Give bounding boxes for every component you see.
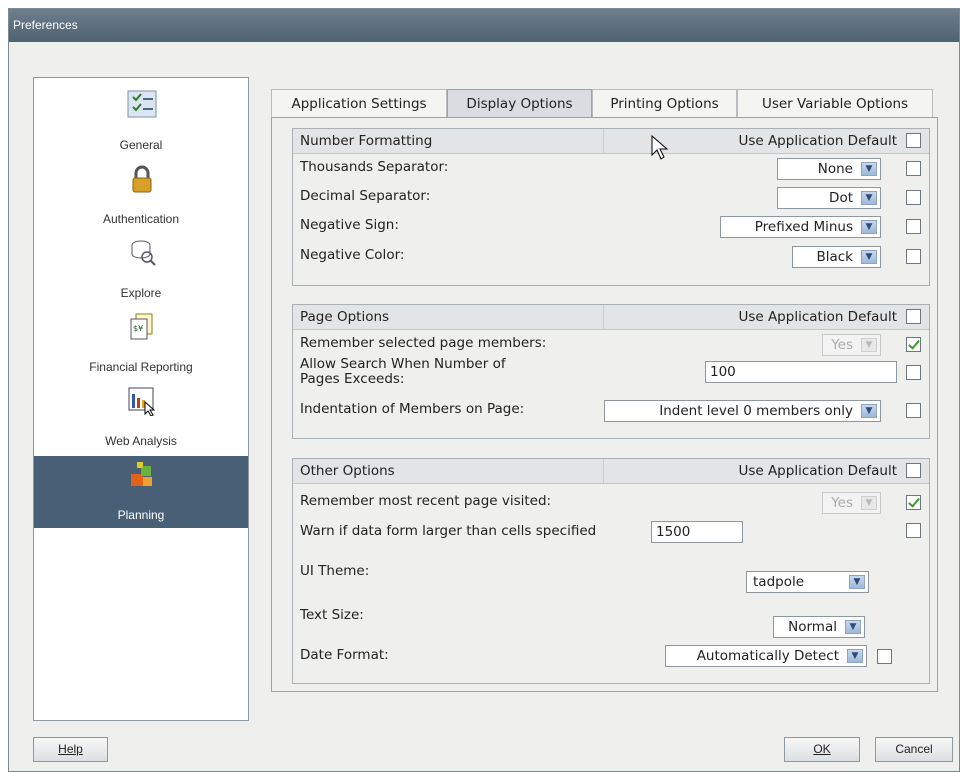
decimal-separator-checkbox[interactable]	[906, 190, 921, 205]
negative-color-label: Negative Color:	[300, 247, 405, 263]
planning-blocks-icon	[127, 460, 157, 488]
sidebar-item-label: Web Analysis	[105, 434, 177, 448]
allow-search-checkbox[interactable]	[906, 365, 921, 380]
remember-page-members-select[interactable]: Yes ▼	[822, 334, 881, 356]
header-divider	[603, 459, 604, 483]
padlock-icon	[127, 164, 157, 193]
negative-sign-select[interactable]: Prefixed Minus ▼	[720, 216, 881, 238]
header-divider	[603, 129, 604, 153]
header-divider	[603, 305, 604, 329]
date-format-select[interactable]: Automatically Detect ▼	[665, 645, 867, 667]
section-header: Number Formatting Use Application Defaul…	[293, 129, 929, 154]
sidebar-item-label: Explore	[120, 286, 162, 300]
warn-data-form-input[interactable]: 1500	[651, 521, 743, 543]
chevron-down-icon: ▼	[861, 191, 877, 205]
section-title: Other Options	[300, 463, 395, 479]
cancel-button[interactable]: Cancel	[875, 737, 953, 762]
display-options-panel: Number Formatting Use Application Defaul…	[271, 117, 938, 692]
thousands-separator-label: Thousands Separator:	[300, 159, 449, 175]
warn-data-form-label: Warn if data form larger than cells spec…	[300, 523, 597, 539]
chevron-down-icon: ▼	[861, 404, 877, 418]
checklist-icon	[127, 90, 157, 118]
mouse-pointer-icon	[651, 135, 669, 160]
preferences-sidebar: General Authentication Explore $¥ Financ…	[33, 77, 249, 721]
chevron-down-icon: ▼	[861, 162, 877, 176]
remember-recent-page-select[interactable]: Yes ▼	[822, 492, 881, 514]
thousands-separator-checkbox[interactable]	[906, 161, 921, 176]
dialog-title: Preferences	[9, 9, 959, 42]
database-search-icon	[127, 238, 157, 266]
sidebar-item-label: Financial Reporting	[89, 360, 193, 374]
negative-sign-checkbox[interactable]	[906, 219, 921, 234]
remember-page-members-label: Remember selected page members:	[300, 335, 547, 351]
sidebar-item-general[interactable]: General	[34, 86, 248, 158]
sidebar-item-web-analysis[interactable]: Web Analysis	[34, 382, 248, 454]
remember-recent-page-label: Remember most recent page visited:	[300, 493, 552, 509]
indentation-checkbox[interactable]	[906, 403, 921, 418]
remember-page-members-checkbox[interactable]	[906, 337, 921, 352]
date-format-label: Date Format:	[300, 647, 389, 663]
chevron-down-icon: ▼	[845, 620, 861, 634]
ui-theme-select[interactable]: tadpole ▼	[746, 571, 869, 593]
allow-search-input[interactable]: 100	[705, 361, 897, 383]
use-default-checkbox[interactable]	[906, 463, 921, 478]
chevron-down-icon: ▼	[861, 338, 877, 352]
use-default-checkbox[interactable]	[906, 309, 921, 324]
remember-recent-page-checkbox[interactable]	[906, 495, 921, 510]
sidebar-item-label: General	[119, 138, 163, 152]
report-document-icon: $¥	[127, 312, 157, 340]
chevron-down-icon: ▼	[847, 649, 863, 663]
number-formatting-section: Number Formatting Use Application Defaul…	[292, 128, 930, 286]
chevron-down-icon: ▼	[849, 575, 865, 589]
use-default-label: Use Application Default	[738, 133, 897, 149]
indentation-select[interactable]: Indent level 0 members only ▼	[604, 400, 881, 422]
decimal-separator-label: Decimal Separator:	[300, 188, 431, 204]
preferences-dialog: Preferences General Authentication Explo…	[8, 8, 960, 772]
use-default-label: Use Application Default	[738, 309, 897, 325]
ui-theme-label: UI Theme:	[300, 563, 370, 579]
bar-chart-icon	[127, 386, 157, 417]
text-size-select[interactable]: Normal ▼	[773, 616, 865, 638]
section-title: Page Options	[300, 309, 390, 325]
tab-printing-options[interactable]: Printing Options	[592, 89, 737, 117]
sidebar-item-explore[interactable]: Explore	[34, 234, 248, 306]
sidebar-item-label: Authentication	[102, 212, 180, 226]
tab-user-variable-options[interactable]: User Variable Options	[737, 89, 933, 117]
ok-button[interactable]: OK	[784, 737, 860, 762]
chevron-down-icon: ▼	[861, 496, 877, 510]
warn-data-form-checkbox[interactable]	[906, 523, 921, 538]
indentation-label: Indentation of Members on Page:	[300, 401, 525, 417]
section-title: Number Formatting	[300, 133, 433, 149]
thousands-separator-select[interactable]: None ▼	[777, 158, 881, 180]
negative-color-checkbox[interactable]	[906, 249, 921, 264]
sidebar-item-planning[interactable]: Planning	[34, 456, 248, 528]
sidebar-item-label: Planning	[117, 508, 165, 522]
tab-display-options[interactable]: Display Options	[447, 89, 592, 117]
sidebar-item-authentication[interactable]: Authentication	[34, 160, 248, 232]
chevron-down-icon: ▼	[861, 250, 877, 264]
sidebar-item-financial-reporting[interactable]: $¥ Financial Reporting	[34, 308, 248, 380]
decimal-separator-select[interactable]: Dot ▼	[777, 187, 881, 209]
chevron-down-icon: ▼	[861, 220, 877, 234]
tab-application-settings[interactable]: Application Settings	[271, 89, 447, 117]
other-options-section: Other Options Use Application Default Re…	[292, 458, 930, 684]
page-options-section: Page Options Use Application Default Rem…	[292, 304, 930, 439]
allow-search-label: Allow Search When Number of Pages Exceed…	[300, 356, 506, 387]
help-button[interactable]: Help	[33, 737, 108, 762]
use-default-label: Use Application Default	[738, 463, 897, 479]
negative-sign-label: Negative Sign:	[300, 217, 399, 233]
negative-color-select[interactable]: Black ▼	[792, 246, 881, 268]
section-header: Other Options Use Application Default	[293, 459, 929, 484]
date-format-checkbox[interactable]	[877, 649, 892, 664]
section-header: Page Options Use Application Default	[293, 305, 929, 330]
text-size-label: Text Size:	[300, 607, 364, 623]
use-default-checkbox[interactable]	[906, 133, 921, 148]
svg-text:$¥: $¥	[133, 324, 143, 333]
